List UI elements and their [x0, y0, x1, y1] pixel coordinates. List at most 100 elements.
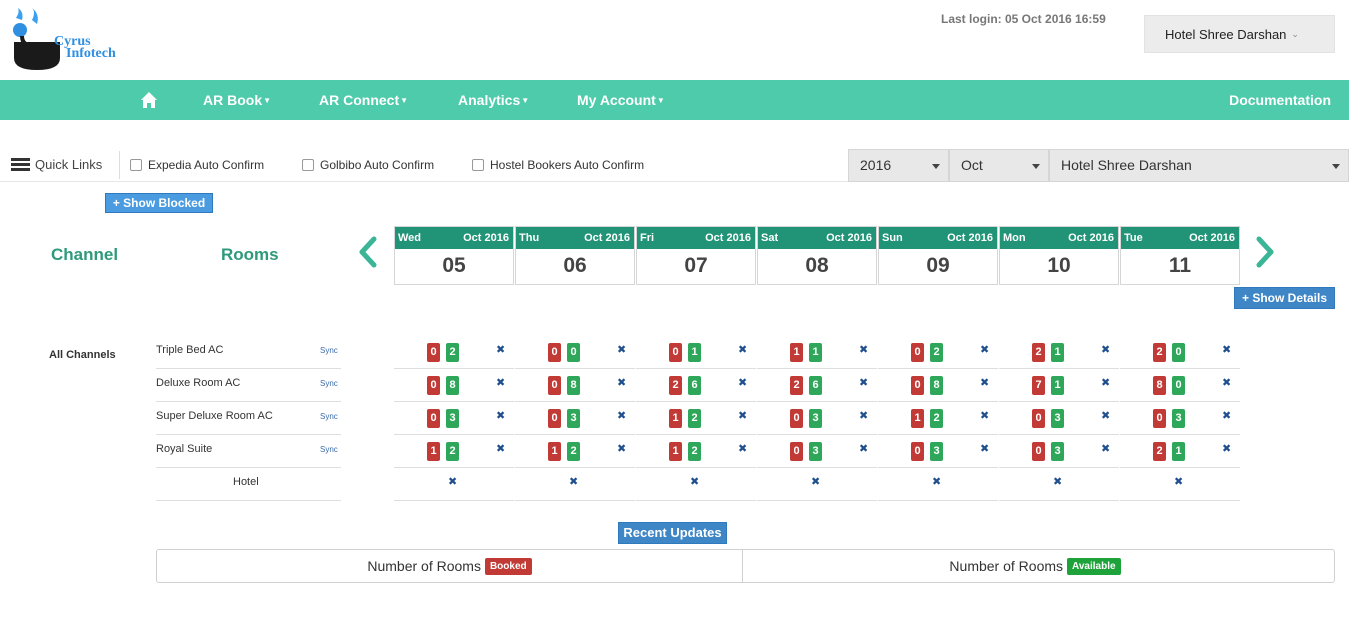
- date-card[interactable]: Fri Oct 2016 07: [636, 226, 756, 285]
- booked-count[interactable]: 0: [911, 343, 924, 362]
- booked-count[interactable]: 0: [669, 343, 682, 362]
- year-select[interactable]: 2016: [848, 149, 949, 182]
- date-card[interactable]: Mon Oct 2016 10: [999, 226, 1119, 285]
- close-icon[interactable]: ✖: [1222, 376, 1231, 389]
- booked-count[interactable]: 2: [1153, 343, 1166, 362]
- available-count[interactable]: 3: [446, 409, 459, 428]
- show-details-button[interactable]: + Show Details: [1234, 287, 1335, 309]
- nav-my-account[interactable]: My Account▼: [577, 80, 665, 120]
- hostel-bookers-auto-confirm-checkbox[interactable]: Hostel Bookers Auto Confirm: [472, 158, 644, 172]
- close-icon[interactable]: ✖: [496, 376, 505, 389]
- booked-count[interactable]: 0: [911, 376, 924, 395]
- available-count[interactable]: 6: [688, 376, 701, 395]
- close-icon[interactable]: ✖: [569, 475, 578, 488]
- booked-count[interactable]: 0: [548, 376, 561, 395]
- company-logo[interactable]: Cyrus Infotech: [6, 6, 134, 78]
- close-icon[interactable]: ✖: [1101, 409, 1110, 422]
- nav-documentation[interactable]: Documentation: [1229, 80, 1331, 120]
- recent-updates-button[interactable]: Recent Updates: [618, 522, 727, 544]
- available-count[interactable]: 2: [930, 343, 943, 362]
- close-icon[interactable]: ✖: [980, 376, 989, 389]
- available-count[interactable]: 0: [1172, 343, 1185, 362]
- close-icon[interactable]: ✖: [738, 376, 747, 389]
- close-icon[interactable]: ✖: [617, 376, 626, 389]
- booked-count[interactable]: 0: [911, 442, 924, 461]
- close-icon[interactable]: ✖: [1222, 409, 1231, 422]
- sync-link[interactable]: Sync: [320, 412, 338, 421]
- chevron-right-icon[interactable]: [1254, 236, 1276, 268]
- close-icon[interactable]: ✖: [617, 442, 626, 455]
- booked-count[interactable]: 2: [1032, 343, 1045, 362]
- quick-links-label[interactable]: Quick Links: [35, 157, 102, 172]
- close-icon[interactable]: ✖: [859, 343, 868, 356]
- available-count[interactable]: 3: [567, 409, 580, 428]
- available-count[interactable]: 1: [688, 343, 701, 362]
- available-count[interactable]: 3: [1051, 409, 1064, 428]
- available-count[interactable]: 3: [930, 442, 943, 461]
- available-count[interactable]: 8: [930, 376, 943, 395]
- available-count[interactable]: 1: [1051, 376, 1064, 395]
- booked-count[interactable]: 0: [1032, 442, 1045, 461]
- date-card[interactable]: Tue Oct 2016 11: [1120, 226, 1240, 285]
- booked-count[interactable]: 8: [1153, 376, 1166, 395]
- available-count[interactable]: 3: [1172, 409, 1185, 428]
- date-card[interactable]: Sat Oct 2016 08: [757, 226, 877, 285]
- close-icon[interactable]: ✖: [980, 442, 989, 455]
- sync-link[interactable]: Sync: [320, 379, 338, 388]
- booked-count[interactable]: 0: [548, 343, 561, 362]
- close-icon[interactable]: ✖: [448, 475, 457, 488]
- booked-count[interactable]: 0: [548, 409, 561, 428]
- available-count[interactable]: 8: [567, 376, 580, 395]
- close-icon[interactable]: ✖: [1222, 442, 1231, 455]
- booked-count[interactable]: 1: [427, 442, 440, 461]
- available-count[interactable]: 3: [809, 442, 822, 461]
- show-blocked-button[interactable]: + Show Blocked: [105, 193, 213, 213]
- close-icon[interactable]: ✖: [859, 409, 868, 422]
- home-icon[interactable]: [140, 91, 158, 109]
- close-icon[interactable]: ✖: [1101, 442, 1110, 455]
- chevron-left-icon[interactable]: [357, 236, 379, 268]
- close-icon[interactable]: ✖: [1174, 475, 1183, 488]
- close-icon[interactable]: ✖: [932, 475, 941, 488]
- close-icon[interactable]: ✖: [1222, 343, 1231, 356]
- golbibo-auto-confirm-checkbox[interactable]: Golbibo Auto Confirm: [302, 158, 434, 172]
- available-count[interactable]: 0: [1172, 376, 1185, 395]
- available-count[interactable]: 1: [809, 343, 822, 362]
- available-count[interactable]: 0: [567, 343, 580, 362]
- hotel-account-menu[interactable]: Hotel Shree Darshan ⌄: [1144, 15, 1335, 53]
- available-count[interactable]: 2: [446, 442, 459, 461]
- date-card[interactable]: Thu Oct 2016 06: [515, 226, 635, 285]
- close-icon[interactable]: ✖: [859, 376, 868, 389]
- available-count[interactable]: 1: [1051, 343, 1064, 362]
- booked-count[interactable]: 7: [1032, 376, 1045, 395]
- booked-count[interactable]: 2: [669, 376, 682, 395]
- hamburger-icon[interactable]: [11, 158, 30, 172]
- available-count[interactable]: 2: [688, 442, 701, 461]
- nav-ar-book[interactable]: AR Book▼: [203, 80, 271, 120]
- booked-count[interactable]: 1: [548, 442, 561, 461]
- available-count[interactable]: 1: [1172, 442, 1185, 461]
- close-icon[interactable]: ✖: [738, 409, 747, 422]
- checkbox-box[interactable]: [302, 159, 314, 171]
- date-card[interactable]: Sun Oct 2016 09: [878, 226, 998, 285]
- booked-count[interactable]: 2: [1153, 442, 1166, 461]
- booked-count[interactable]: 1: [669, 409, 682, 428]
- nav-ar-connect[interactable]: AR Connect▼: [319, 80, 408, 120]
- checkbox-box[interactable]: [472, 159, 484, 171]
- close-icon[interactable]: ✖: [496, 442, 505, 455]
- available-count[interactable]: 6: [809, 376, 822, 395]
- booked-count[interactable]: 0: [427, 409, 440, 428]
- booked-count[interactable]: 2: [790, 376, 803, 395]
- close-icon[interactable]: ✖: [859, 442, 868, 455]
- booked-count[interactable]: 0: [427, 343, 440, 362]
- close-icon[interactable]: ✖: [1053, 475, 1062, 488]
- booked-count[interactable]: 1: [911, 409, 924, 428]
- booked-count[interactable]: 0: [790, 409, 803, 428]
- close-icon[interactable]: ✖: [690, 475, 699, 488]
- booked-count[interactable]: 0: [1032, 409, 1045, 428]
- booked-count[interactable]: 0: [427, 376, 440, 395]
- available-count[interactable]: 2: [688, 409, 701, 428]
- close-icon[interactable]: ✖: [1101, 343, 1110, 356]
- expedia-auto-confirm-checkbox[interactable]: Expedia Auto Confirm: [130, 158, 264, 172]
- close-icon[interactable]: ✖: [617, 409, 626, 422]
